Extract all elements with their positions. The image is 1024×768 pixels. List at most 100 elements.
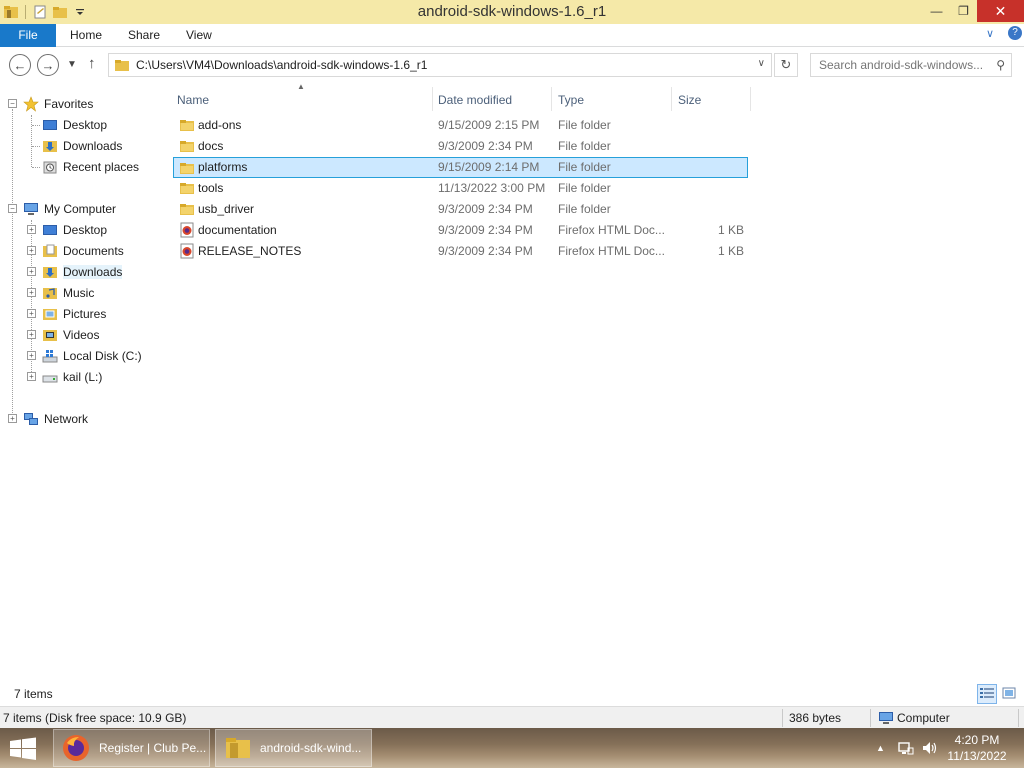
back-button[interactable]: ← xyxy=(9,54,31,76)
maximize-button[interactable]: ❐ xyxy=(950,0,977,22)
large-icons-view-button[interactable] xyxy=(999,684,1019,704)
firefox-icon xyxy=(61,733,91,763)
nav-computer-videos[interactable]: Videos xyxy=(42,324,99,345)
nav-favorites-recent-places[interactable]: Recent places xyxy=(42,156,139,177)
file-size xyxy=(674,178,744,199)
minimize-button[interactable]: — xyxy=(923,0,950,22)
title-bar: android-sdk-windows-1.6_r1 — ❐ ✕ xyxy=(0,0,1024,24)
nav-label: Desktop xyxy=(63,117,108,132)
nav-computer-desktop[interactable]: Desktop xyxy=(42,219,107,240)
details-view-button[interactable] xyxy=(977,684,997,704)
address-bar[interactable]: C:\Users\VM4\Downloads\android-sdk-windo… xyxy=(108,53,772,77)
downloads-folder-icon xyxy=(42,264,58,280)
address-dropdown-icon[interactable]: ∨ xyxy=(758,58,765,69)
file-row-docs[interactable]: docs 9/3/2009 2:34 PM File folder xyxy=(174,136,748,157)
nav-computer-downloads[interactable]: Downloads xyxy=(42,261,123,282)
file-date: 9/3/2009 2:34 PM xyxy=(438,139,533,153)
expand-toggle[interactable]: + xyxy=(27,309,36,318)
folder-icon xyxy=(114,58,130,72)
expand-toggle[interactable]: + xyxy=(8,414,17,423)
pictures-folder-icon xyxy=(42,306,58,322)
nav-computer-pictures[interactable]: Pictures xyxy=(42,303,106,324)
nav-favorites[interactable]: Favorites xyxy=(23,93,93,114)
address-path: C:\Users\VM4\Downloads\android-sdk-windo… xyxy=(136,58,428,72)
file-row-tools[interactable]: tools 11/13/2022 3:00 PM File folder xyxy=(174,178,748,199)
expand-ribbon-icon[interactable]: ∨ xyxy=(986,27,994,40)
expand-toggle[interactable]: + xyxy=(27,246,36,255)
file-name: documentation xyxy=(198,223,277,237)
expand-toggle[interactable]: + xyxy=(27,372,36,381)
nav-computer-music[interactable]: Music xyxy=(42,282,94,303)
file-row-release-notes[interactable]: RELEASE_NOTES 9/3/2009 2:34 PM Firefox H… xyxy=(174,241,748,262)
chevron-up-icon: ▲ xyxy=(876,743,885,753)
start-button[interactable] xyxy=(8,736,38,762)
collapse-toggle[interactable]: − xyxy=(8,99,17,108)
nav-label: Downloads xyxy=(63,264,123,279)
file-row-documentation[interactable]: documentation 9/3/2009 2:34 PM Firefox H… xyxy=(174,220,748,241)
forward-button[interactable]: → xyxy=(37,54,59,76)
file-size xyxy=(674,157,744,178)
collapse-toggle[interactable]: − xyxy=(8,204,17,213)
network-tray-icon[interactable] xyxy=(898,728,914,768)
location-zone: Computer xyxy=(897,711,950,725)
file-list: ▲ Name Date modified Type Size add-ons 9… xyxy=(156,82,1024,682)
volume-icon[interactable] xyxy=(921,728,939,768)
file-name: RELEASE_NOTES xyxy=(198,244,302,258)
folder-icon xyxy=(179,160,195,176)
expand-toggle[interactable]: + xyxy=(27,267,36,276)
column-header-size[interactable]: Size xyxy=(678,89,701,111)
folder-icon xyxy=(179,117,195,133)
file-date: 11/13/2022 3:00 PM xyxy=(438,181,546,195)
recent-locations-icon[interactable]: ▼ xyxy=(67,59,77,70)
nav-label: Network xyxy=(44,411,89,426)
file-type: File folder xyxy=(558,202,611,216)
file-type: File folder xyxy=(558,118,611,132)
nav-favorites-downloads[interactable]: Downloads xyxy=(42,135,122,156)
tab-view[interactable]: View xyxy=(186,24,212,47)
file-row-platforms[interactable]: platforms 9/15/2009 2:14 PM File folder xyxy=(173,157,748,178)
search-icon[interactable]: ⚲ xyxy=(996,58,1005,72)
desktop-icon xyxy=(42,222,58,238)
show-hidden-icons[interactable]: ▲ xyxy=(876,728,885,768)
file-row-add-ons[interactable]: add-ons 9/15/2009 2:15 PM File folder xyxy=(174,115,748,136)
nav-label: kail (L:) xyxy=(63,369,103,384)
nav-label: Music xyxy=(63,285,95,300)
nav-label: Pictures xyxy=(63,306,107,321)
file-type: File folder xyxy=(558,139,611,153)
search-input[interactable] xyxy=(811,54,987,76)
nav-computer-documents[interactable]: Documents xyxy=(42,240,124,261)
system-clock[interactable]: 4:20 PM 11/13/2022 xyxy=(942,732,1012,764)
nav-computer-local-disk[interactable]: Local Disk (C:) xyxy=(42,345,142,366)
expand-toggle[interactable]: + xyxy=(27,351,36,360)
taskbar-item-explorer[interactable]: android-sdk-wind... xyxy=(215,729,372,767)
nav-computer-kail-drive[interactable]: kail (L:) xyxy=(42,366,102,387)
file-date: 9/3/2009 2:34 PM xyxy=(438,244,533,258)
nav-network[interactable]: Network xyxy=(23,408,88,429)
details-view-icon xyxy=(980,687,994,702)
nav-my-computer[interactable]: My Computer xyxy=(23,198,116,219)
taskbar-item-label: android-sdk-wind... xyxy=(260,741,362,755)
recent-places-icon xyxy=(42,159,58,175)
file-row-usb-driver[interactable]: usb_driver 9/3/2009 2:34 PM File folder xyxy=(174,199,748,220)
close-button[interactable]: ✕ xyxy=(977,0,1024,22)
expand-toggle[interactable]: + xyxy=(27,225,36,234)
refresh-button[interactable]: ↻ xyxy=(774,53,798,77)
expand-toggle[interactable]: + xyxy=(27,288,36,297)
column-header-name[interactable]: Name xyxy=(177,89,209,111)
column-header-type[interactable]: Type xyxy=(558,89,584,111)
taskbar-item-firefox[interactable]: Register | Club Pe... xyxy=(53,729,210,767)
clock-date: 11/13/2022 xyxy=(947,749,1007,763)
expand-toggle[interactable]: + xyxy=(27,330,36,339)
tab-home[interactable]: Home xyxy=(70,24,102,47)
column-header-date-modified[interactable]: Date modified xyxy=(438,89,512,111)
removable-drive-icon xyxy=(42,369,58,385)
sort-ascending-icon: ▲ xyxy=(297,82,305,91)
folder-icon xyxy=(179,138,195,154)
up-level-icon[interactable]: ↑ xyxy=(88,55,96,72)
tab-share[interactable]: Share xyxy=(128,24,160,47)
nav-favorites-desktop[interactable]: Desktop xyxy=(42,114,107,135)
tab-file[interactable]: File xyxy=(0,24,56,47)
search-box[interactable]: ⚲ xyxy=(810,53,1012,77)
help-icon[interactable]: ? xyxy=(1008,26,1022,40)
file-date: 9/3/2009 2:34 PM xyxy=(438,223,533,237)
